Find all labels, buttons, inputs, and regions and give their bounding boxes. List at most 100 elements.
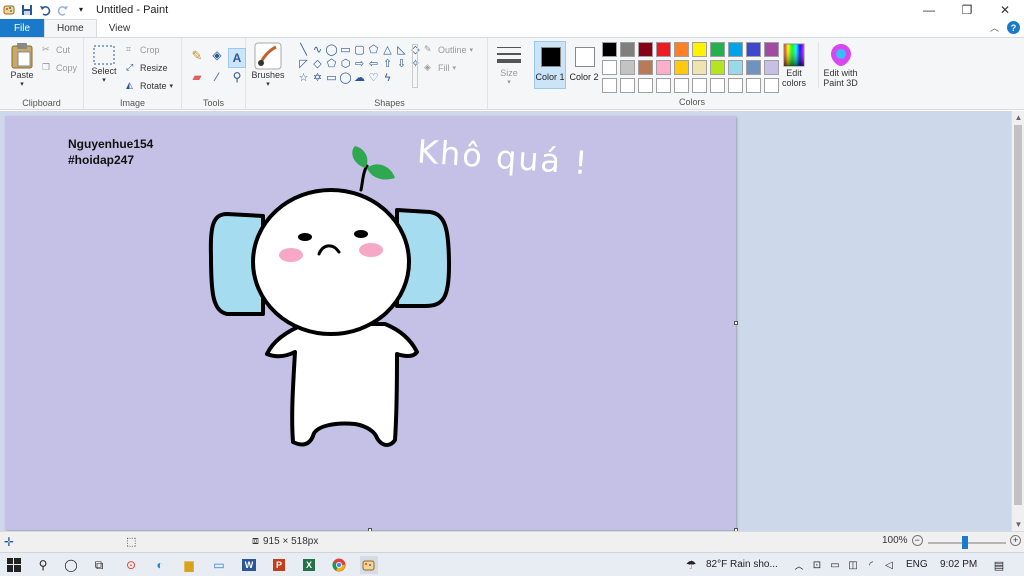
canvas-resize-handle-right[interactable]: [734, 321, 738, 325]
crop-button[interactable]: ⌗ Crop: [126, 44, 160, 55]
volume-icon[interactable]: ◁: [880, 556, 898, 574]
palette-swatch[interactable]: [638, 78, 653, 93]
excel-icon[interactable]: X: [300, 556, 318, 574]
palette-swatch[interactable]: [710, 78, 725, 93]
maximize-button[interactable]: ❐: [948, 0, 986, 19]
palette-swatch[interactable]: [656, 78, 671, 93]
tab-file[interactable]: File: [0, 19, 44, 37]
network-device-icon[interactable]: ⊡: [808, 556, 826, 574]
battery-icon[interactable]: ▭: [826, 556, 844, 574]
select-button[interactable]: Select ▾: [90, 44, 118, 84]
callout-rect-icon[interactable]: ▭: [325, 72, 338, 84]
color2-selector[interactable]: Color 2: [568, 41, 600, 89]
close-button[interactable]: ✕: [986, 0, 1024, 19]
palette-swatch[interactable]: [620, 60, 635, 75]
palette-swatch[interactable]: [620, 78, 635, 93]
chrome-icon[interactable]: [330, 556, 348, 574]
arrow-left-icon[interactable]: ⇦: [367, 58, 380, 70]
redo-icon[interactable]: [56, 3, 70, 17]
language-indicator[interactable]: ENG: [906, 559, 928, 570]
wifi-icon[interactable]: ◜: [862, 556, 880, 574]
clock-time[interactable]: 9:02 PM: [940, 559, 977, 570]
cut-button[interactable]: ✂ Cut: [42, 44, 70, 55]
cortana-icon[interactable]: ◯: [62, 556, 80, 574]
canvas-workspace[interactable]: Nguyenhue154 #hoidap247 Khô quá !: [0, 111, 1011, 531]
right-triangle-icon[interactable]: ◺: [395, 44, 408, 56]
pencil-icon[interactable]: ✎: [188, 48, 206, 68]
pentagon-shape-icon[interactable]: ⬠: [325, 58, 338, 70]
arrow-up-icon[interactable]: ⇧: [381, 58, 394, 70]
shapes-gallery[interactable]: ╲ ∿ ◯ ▭ ▢ ⬠ △ ◺ ◇ ◸ ◇ ⬠ ⬡ ⇨ ⇦ ⇧ ⇩ ✧ ☆ ✡ …: [297, 44, 422, 84]
palette-swatch[interactable]: [638, 42, 653, 57]
edit-colors-button[interactable]: Edit colors: [778, 42, 810, 88]
palette-swatch[interactable]: [746, 60, 761, 75]
callout-oval-icon[interactable]: ◯: [339, 72, 352, 84]
arrow-right-icon[interactable]: ⇨: [353, 58, 366, 70]
search-icon[interactable]: ⚲: [34, 556, 52, 574]
weather-icon[interactable]: ☂: [682, 556, 700, 574]
paint-taskbar-icon[interactable]: [360, 556, 378, 574]
edit-with-paint3d-button[interactable]: Edit with Paint 3D: [818, 42, 862, 88]
star5-icon[interactable]: ☆: [297, 72, 310, 84]
palette-swatch[interactable]: [710, 60, 725, 75]
rectangle-shape-icon[interactable]: ▭: [339, 44, 352, 56]
undo-icon[interactable]: [38, 3, 52, 17]
tray-expand-icon[interactable]: ︿: [790, 556, 808, 574]
rotate-button[interactable]: ◭ Rotate ▾: [126, 80, 173, 91]
weather-text[interactable]: 82°F Rain sho...: [706, 559, 778, 570]
palette-swatch[interactable]: [728, 42, 743, 57]
palette-swatch[interactable]: [674, 42, 689, 57]
paste-button[interactable]: Paste ▾: [6, 42, 38, 88]
palette-swatch[interactable]: [656, 60, 671, 75]
palette-swatch[interactable]: [620, 42, 635, 57]
outline-button[interactable]: ✎ Outline ▾: [424, 44, 473, 55]
palette-swatch[interactable]: [602, 60, 617, 75]
word-icon[interactable]: W: [240, 556, 258, 574]
star6-icon[interactable]: ✡: [311, 72, 324, 84]
customize-qat-icon[interactable]: ▾: [74, 3, 88, 17]
line-shape-icon[interactable]: ╲: [297, 44, 310, 56]
palette-swatch[interactable]: [728, 78, 743, 93]
save-icon[interactable]: [20, 3, 34, 17]
palette-swatch[interactable]: [602, 42, 617, 57]
tab-home[interactable]: Home: [44, 19, 97, 37]
palette-swatch[interactable]: [692, 78, 707, 93]
app-icon-red[interactable]: ⊙: [122, 556, 140, 574]
brushes-button[interactable]: Brushes ▾: [250, 42, 286, 88]
scrollbar-thumb[interactable]: [1014, 125, 1022, 505]
task-view-icon[interactable]: ⧉: [90, 556, 108, 574]
help-icon[interactable]: ?: [1007, 21, 1020, 34]
zoom-in-icon[interactable]: +: [1010, 535, 1021, 546]
zoom-slider-thumb[interactable]: [962, 536, 968, 549]
palette-swatch[interactable]: [728, 60, 743, 75]
arrow-down-icon[interactable]: ⇩: [395, 58, 408, 70]
right-triangle-alt-icon[interactable]: ◸: [297, 58, 310, 70]
magnifier-icon[interactable]: ⚲: [228, 70, 246, 90]
curve-shape-icon[interactable]: ∿: [311, 44, 324, 56]
powerpoint-icon[interactable]: P: [270, 556, 288, 574]
polygon-shape-icon[interactable]: ⬠: [367, 44, 380, 56]
lightning-shape-icon[interactable]: ϟ: [381, 72, 394, 84]
resize-button[interactable]: ⤢ Resize: [126, 62, 168, 73]
oval-shape-icon[interactable]: ◯: [325, 44, 338, 56]
fill-button[interactable]: ◈ Fill ▾: [424, 62, 456, 73]
diamond-alt-icon[interactable]: ◇: [311, 58, 324, 70]
scroll-down-arrow[interactable]: ▼: [1012, 518, 1024, 531]
text-tool-icon[interactable]: A: [228, 48, 246, 68]
scroll-up-arrow[interactable]: ▲: [1012, 111, 1024, 124]
palette-swatch[interactable]: [656, 42, 671, 57]
rounded-rectangle-icon[interactable]: ▢: [353, 44, 366, 56]
eraser-icon[interactable]: ▰: [188, 70, 206, 90]
minimize-button[interactable]: —: [910, 0, 948, 19]
palette-swatch[interactable]: [692, 60, 707, 75]
palette-swatch[interactable]: [710, 42, 725, 57]
palette-swatch[interactable]: [674, 60, 689, 75]
zoom-out-icon[interactable]: −: [911, 535, 923, 546]
palette-swatch[interactable]: [764, 42, 779, 57]
copy-button[interactable]: ❐ Copy: [42, 62, 77, 73]
heart-shape-icon[interactable]: ♡: [367, 72, 380, 84]
meet-icon[interactable]: ◫: [844, 556, 862, 574]
palette-swatch[interactable]: [602, 78, 617, 93]
tab-view[interactable]: View: [97, 19, 143, 37]
notifications-icon[interactable]: ▤: [990, 556, 1008, 574]
